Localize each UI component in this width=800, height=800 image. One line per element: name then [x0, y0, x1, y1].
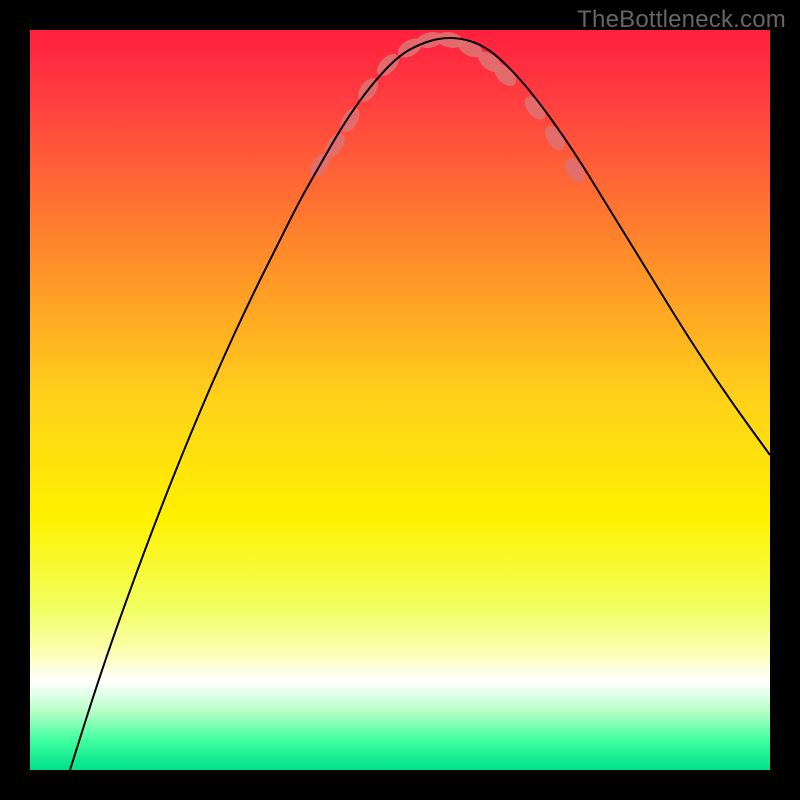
watermark-label: TheBottleneck.com — [577, 6, 786, 34]
curve-layer — [30, 30, 770, 770]
plot-area — [30, 30, 770, 770]
chart-frame: TheBottleneck.com — [0, 0, 800, 800]
bottleneck-curve — [70, 38, 770, 770]
highlight-dots-group — [306, 30, 589, 186]
